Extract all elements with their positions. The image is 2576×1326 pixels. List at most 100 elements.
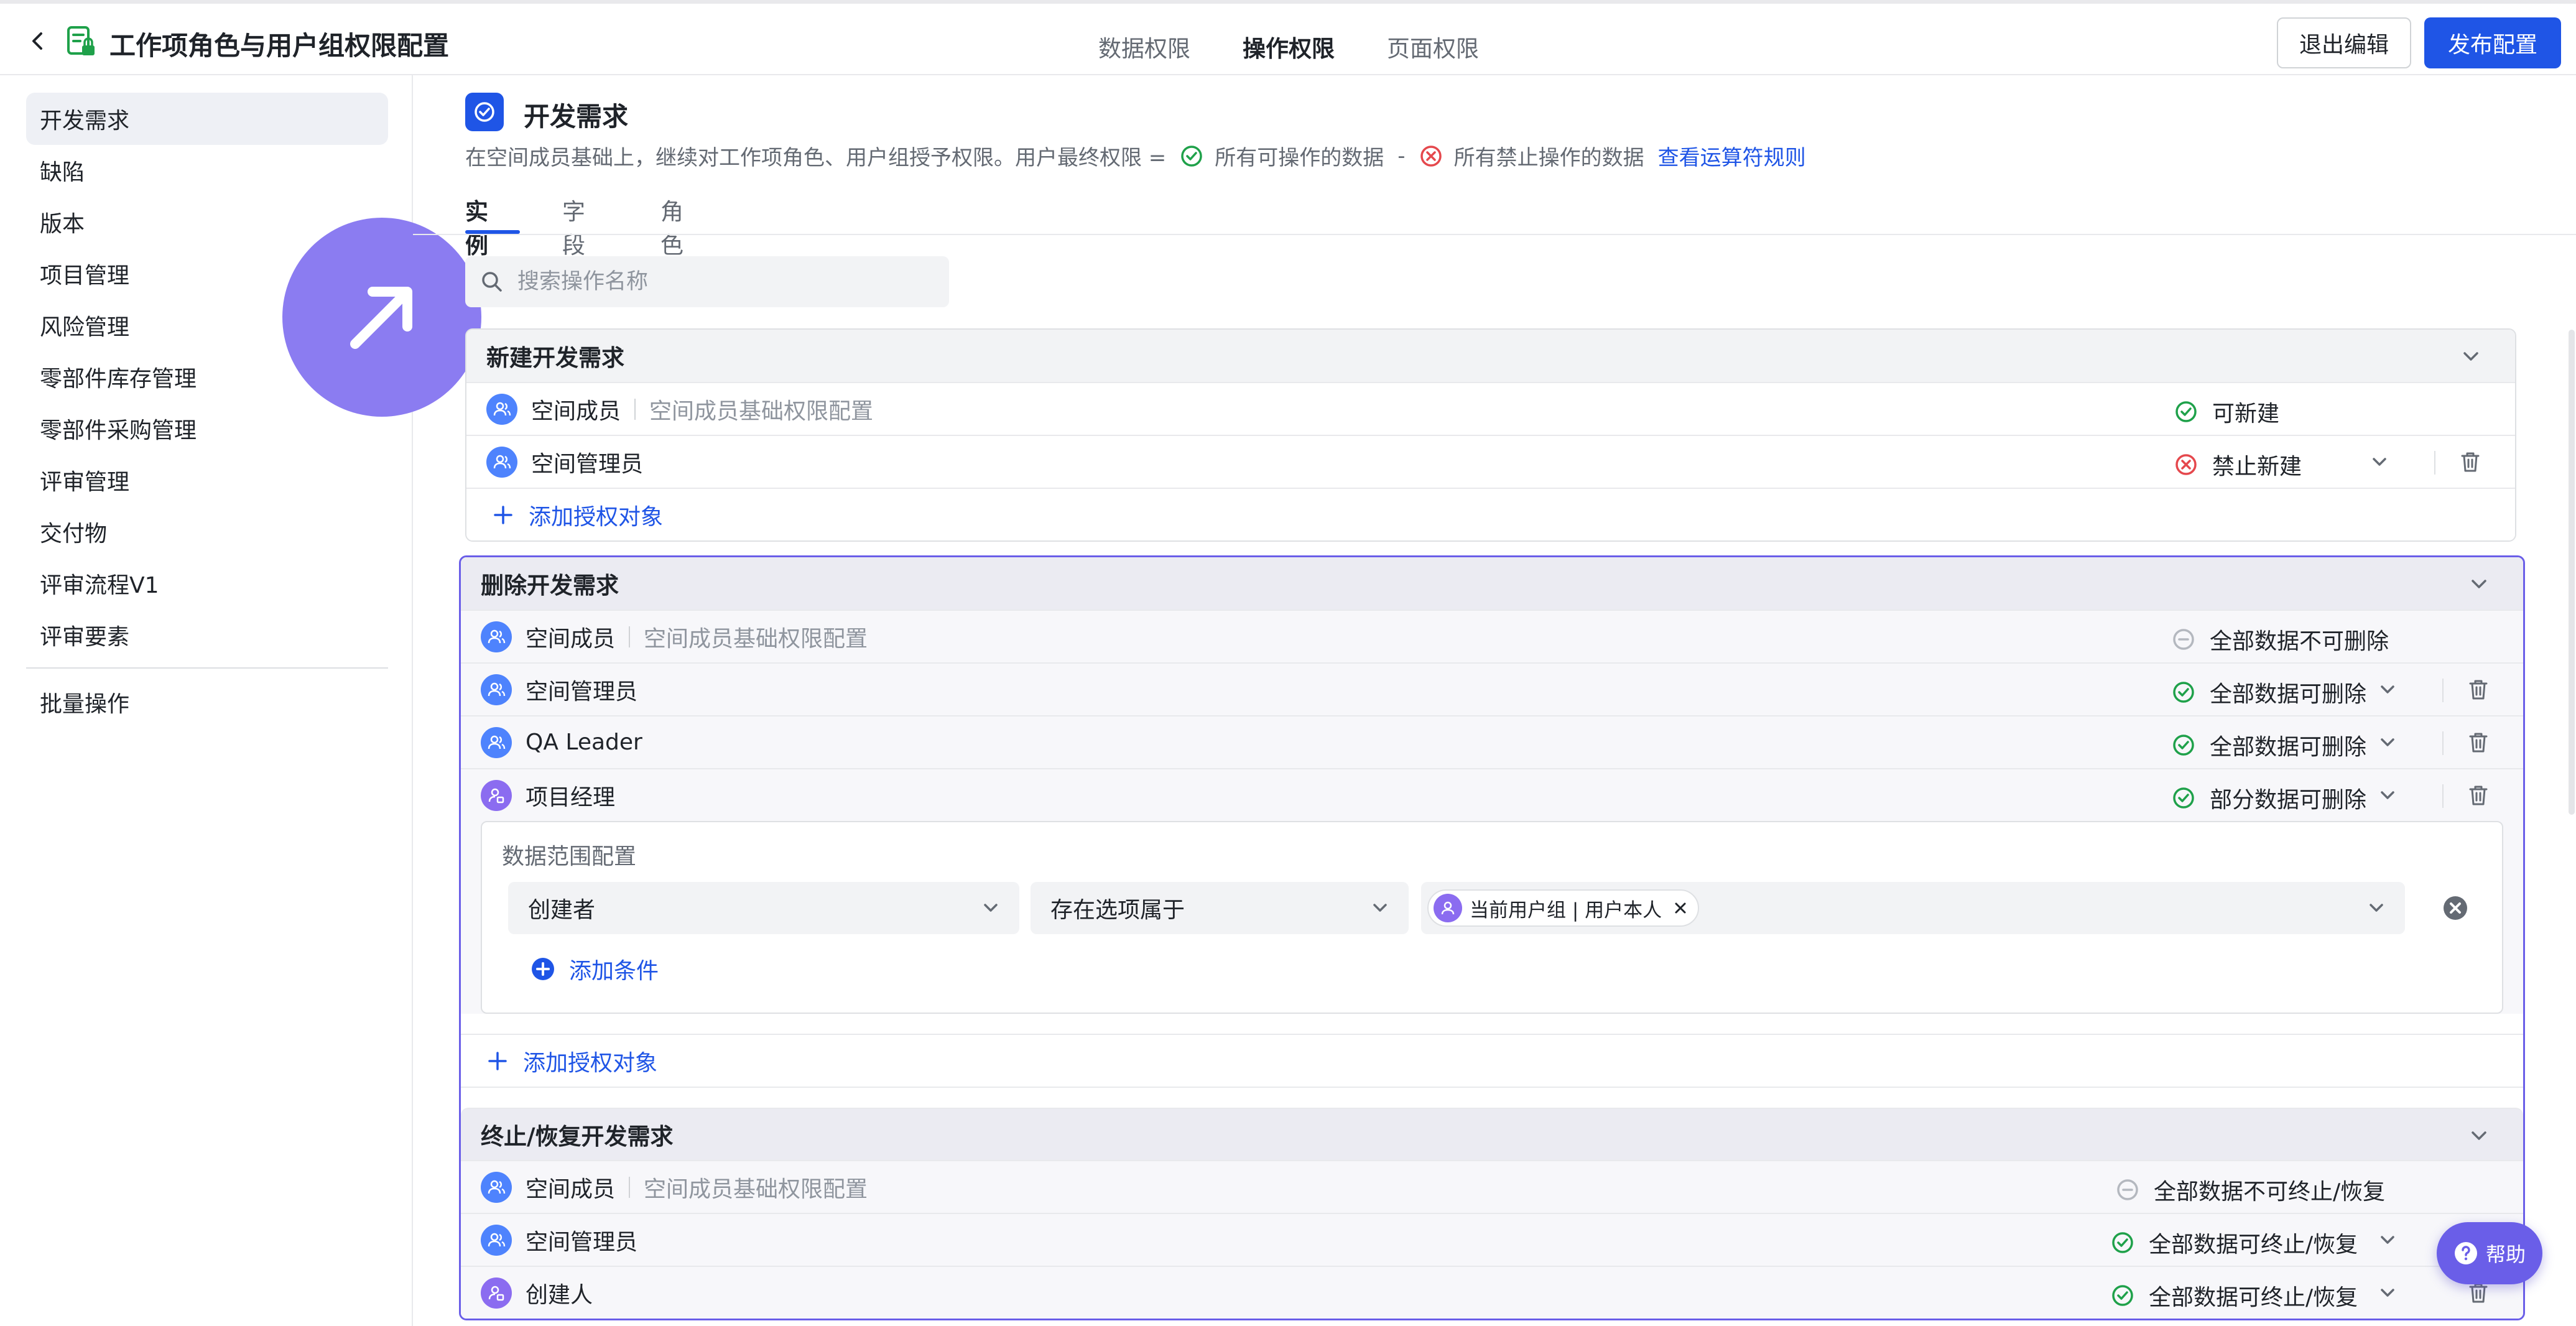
chevron-down-icon[interactable] — [2376, 679, 2399, 701]
add-grantee-button[interactable]: 添加授权对象 — [461, 1034, 2523, 1087]
tab-operation-permission[interactable]: 操作权限 — [1243, 30, 1335, 63]
subtab-instance[interactable]: 实例 — [465, 193, 488, 260]
question-icon — [2454, 1242, 2477, 1264]
exit-edit-button[interactable]: 退出编辑 — [2277, 17, 2411, 68]
chevron-down-icon[interactable] — [2376, 784, 2399, 807]
section-check-icon — [465, 93, 504, 131]
trash-icon[interactable] — [2466, 783, 2491, 808]
search-icon — [482, 272, 502, 292]
chevron-down-icon[interactable] — [2467, 1124, 2491, 1148]
subtab-role[interactable]: 角色 — [660, 193, 683, 260]
chevron-down-icon[interactable] — [2459, 345, 2483, 368]
chevron-down-icon[interactable] — [2376, 731, 2399, 754]
subtab-field[interactable]: 字段 — [562, 193, 585, 260]
separator — [634, 398, 636, 420]
sidebar-item-review-flow-v1[interactable]: 评审流程V1 — [26, 557, 388, 610]
card-header-terminate[interactable]: 终止/恢复开发需求 — [461, 1108, 2523, 1160]
description-text: 在空间成员基础上，继续对工作项角色、用户组授予权限。用户最终权限 = — [465, 146, 1167, 170]
grantee-name: 空间成员 — [526, 626, 616, 652]
user-group-icon — [486, 393, 517, 425]
allow-check-icon — [2175, 401, 2197, 422]
chevron-down-icon[interactable] — [2376, 1229, 2399, 1251]
tab-page-permission[interactable]: 页面权限 — [1387, 30, 1479, 63]
trash-icon[interactable] — [2466, 1281, 2491, 1305]
trash-icon[interactable] — [2466, 730, 2491, 755]
search-input[interactable] — [517, 269, 891, 294]
close-icon[interactable] — [1672, 899, 1689, 917]
card-title: 终止/恢复开发需求 — [481, 1123, 674, 1150]
chevron-down-icon[interactable] — [2467, 572, 2491, 596]
deny-cross-icon — [2175, 454, 2197, 475]
description-minus: - — [1397, 143, 1406, 169]
add-condition-button[interactable]: 添加条件 — [530, 953, 659, 985]
permission-status[interactable]: 全部数据可终止/恢复 — [2110, 1279, 2358, 1312]
permission-status[interactable]: 禁止新建 — [2174, 448, 2302, 481]
status-label: 全部数据可删除 — [2210, 735, 2367, 760]
grantee-note: 空间成员基础权限配置 — [649, 398, 874, 424]
description-deny: 所有禁止操作的数据 — [1453, 146, 1644, 170]
allow-check-icon — [2112, 1232, 2133, 1253]
separator — [629, 626, 631, 647]
card-gap — [461, 1087, 2523, 1108]
minus-circle-icon — [2173, 629, 2194, 650]
status-label: 全部数据可终止/恢复 — [2149, 1232, 2358, 1258]
user-icon — [1434, 894, 1462, 922]
permission-status[interactable]: 全部数据可删除 — [2171, 676, 2366, 708]
grantee-note: 空间成员基础权限配置 — [644, 626, 868, 652]
trash-icon[interactable] — [2466, 677, 2491, 702]
grant-row: 空间成员 空间成员基础权限配置 全部数据不可终止/恢复 — [461, 1160, 2523, 1213]
sidebar-item-parts-purchase[interactable]: 零部件采购管理 — [26, 402, 388, 455]
chevron-down-icon — [984, 904, 998, 912]
operator-select[interactable]: 存在选项属于 — [1031, 882, 1409, 934]
scrollbar[interactable] — [2569, 330, 2575, 815]
status-label: 可新建 — [2212, 401, 2280, 427]
tab-data-permission[interactable]: 数据权限 — [1098, 30, 1190, 63]
allow-check-icon — [1181, 145, 1203, 167]
deny-cross-icon — [1420, 145, 1442, 167]
remove-condition-icon[interactable] — [2442, 895, 2468, 921]
value-select[interactable]: 当前用户组 | 用户本人 — [1421, 882, 2405, 934]
card-header[interactable]: 删除开发需求 — [461, 557, 2523, 610]
field-select-value: 创建者 — [528, 897, 596, 923]
publish-config-button[interactable]: 发布配置 — [2424, 17, 2561, 68]
sidebar-divider — [26, 667, 388, 669]
help-button[interactable]: 帮助 — [2437, 1222, 2542, 1284]
value-tag-label: 当前用户组 | 用户本人 — [1470, 899, 1662, 922]
grant-row: 空间成员 空间成员基础权限配置 可新建 — [466, 382, 2515, 435]
sidebar-item-review-element[interactable]: 评审要素 — [26, 609, 388, 661]
chevron-down-icon — [1373, 904, 1387, 912]
grant-row: 项目经理 部分数据可删除 — [461, 768, 2523, 821]
sidebar-item-batch-operation[interactable]: 批量操作 — [26, 676, 388, 728]
chevron-down-icon[interactable] — [2368, 451, 2391, 473]
separator — [2442, 731, 2444, 755]
separator — [629, 1176, 631, 1198]
trash-icon[interactable] — [2458, 450, 2483, 475]
permission-status[interactable]: 全部数据可终止/恢复 — [2110, 1226, 2358, 1259]
user-group-icon — [486, 446, 517, 478]
sidebar-item-review-management[interactable]: 评审管理 — [26, 454, 388, 506]
chevron-down-icon[interactable] — [2376, 1282, 2399, 1304]
grantee-name: 空间管理员 — [526, 1229, 638, 1255]
role-icon — [481, 1277, 512, 1309]
separator — [2442, 784, 2444, 808]
plus-icon — [494, 505, 512, 524]
grantee-note: 空间成员基础权限配置 — [644, 1176, 868, 1202]
allow-check-icon — [2173, 735, 2194, 756]
data-range-wrapper: 数据范围配置 创建者 存在选项属于 当前用户组 | 用户本人 添加条件 — [461, 821, 2523, 1014]
operator-rules-link[interactable]: 查看运算符规则 — [1658, 141, 1806, 171]
field-select[interactable]: 创建者 — [508, 882, 1019, 934]
separator — [2442, 679, 2444, 702]
delete-permission-card: 删除开发需求 空间成员 空间成员基础权限配置 全部数据不可删除 空间管理员 全部… — [459, 555, 2525, 1320]
card-header[interactable]: 新建开发需求 — [466, 330, 2515, 382]
sidebar-item-dev-requirement[interactable]: 开发需求 — [26, 93, 388, 145]
sidebar-item-deliverable[interactable]: 交付物 — [26, 506, 388, 558]
permission-status[interactable]: 部分数据可删除 — [2171, 782, 2366, 814]
permission-status[interactable]: 全部数据可删除 — [2171, 729, 2366, 761]
allow-check-icon — [2112, 1285, 2133, 1306]
status-label: 全部数据不可删除 — [2210, 629, 2389, 654]
minus-circle-icon — [2117, 1179, 2138, 1200]
status-label: 全部数据可删除 — [2210, 682, 2367, 707]
grantee-name: 空间成员 — [531, 398, 621, 424]
sidebar-item-defect[interactable]: 缺陷 — [26, 144, 388, 197]
add-grantee-button[interactable]: 添加授权对象 — [466, 488, 2515, 540]
